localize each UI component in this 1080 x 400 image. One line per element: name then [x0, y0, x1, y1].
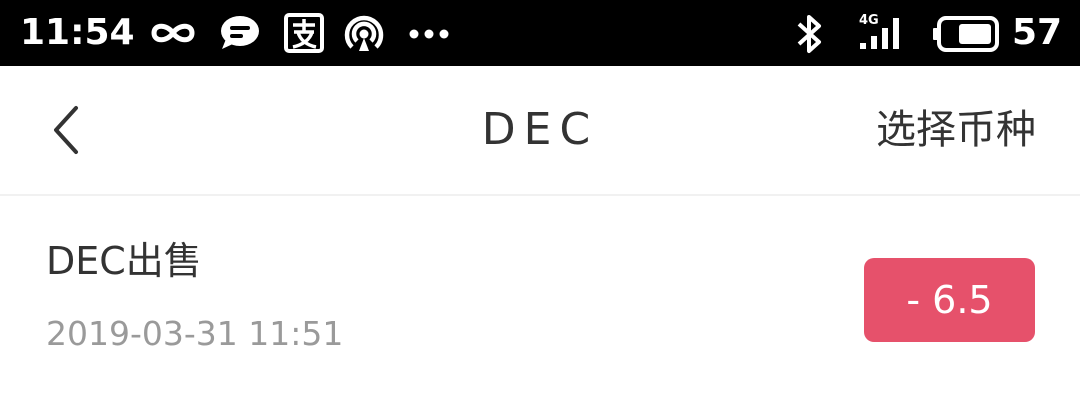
select-coin-button[interactable]: 选择币种	[876, 104, 1036, 156]
list-item[interactable]: DEC出售 2019-03-31 11:51 - 6.5	[0, 196, 1080, 400]
record-timestamp: 2019-03-31 11:51	[46, 314, 344, 353]
nav-bar: DEC 选择币种	[0, 66, 1080, 196]
record-title: DEC出售	[46, 239, 202, 283]
more-dots-icon	[408, 13, 450, 57]
alipay-icon	[284, 13, 324, 57]
status-time: 11:54	[20, 12, 135, 53]
bluetooth-icon	[794, 13, 826, 59]
amount-badge: - 6.5	[864, 258, 1035, 342]
battery-icon	[932, 15, 1002, 57]
status-bar: 11:54 4G 57	[0, 0, 1080, 66]
chat-bubble-icon	[218, 13, 262, 57]
battery-percent: 57	[1012, 12, 1063, 53]
hotspot-icon	[342, 13, 386, 59]
back-button[interactable]	[44, 98, 100, 162]
infinity-icon	[148, 13, 198, 57]
chevron-left-icon	[54, 106, 78, 154]
network-type-label: 4G	[859, 13, 879, 28]
signal-icon: 4G	[858, 11, 908, 57]
page-title: DEC	[481, 104, 599, 155]
